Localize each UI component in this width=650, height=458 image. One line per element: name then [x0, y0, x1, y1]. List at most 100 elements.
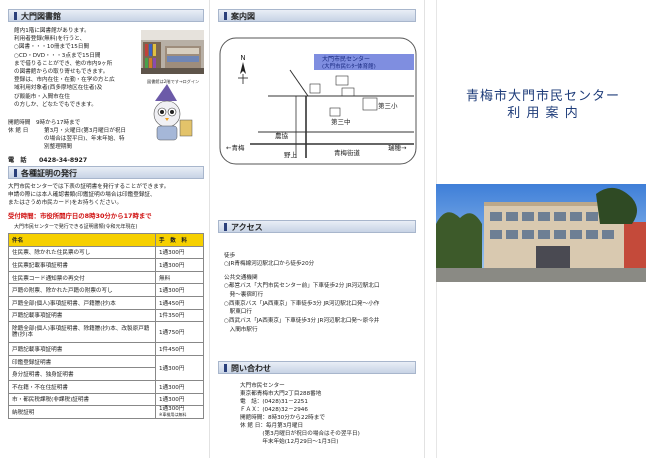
access-heading-text: アクセス	[231, 223, 263, 232]
text-line: 大門市民センター	[240, 383, 285, 389]
certificate-name: 住民票記載事項証明書	[8, 258, 156, 272]
table-row: 戸籍記載事項証明書 1件350円	[8, 308, 204, 323]
cover-subtitle: 利 用 案 内	[507, 106, 579, 121]
text-line: 駅東口行	[224, 309, 252, 316]
text-line: の場合は翌平日)、年末年始、特	[44, 136, 125, 143]
certificate-fee: 1通300円	[155, 258, 204, 272]
map-center-label: 大門市民センター	[322, 55, 370, 63]
text-line: 別整理期間	[44, 144, 72, 151]
text-line: 休 館 日：毎月第3月曜日	[240, 423, 304, 429]
table-row: 印鑑登録証明書 1通300円	[8, 354, 204, 381]
certificate-fee: 1通300円	[155, 379, 204, 394]
phone-value: 0428-34-8927	[38, 157, 88, 164]
brochure-title: 青梅市大門市民センター 利 用 案 内	[436, 88, 650, 122]
certificate-name: 戸籍全部(個人)事項証明書、戸籍謄(抄)本	[8, 295, 156, 310]
contact-heading-text: 問い合わせ	[231, 364, 271, 373]
text-line: の方しか、どなたでもできます。	[14, 101, 97, 108]
certificate-fee: 1通300円	[155, 392, 204, 407]
text-line: 発～裏宿町行	[224, 291, 264, 298]
text-line: まで借りることができ、他の市内9ヶ所	[14, 60, 113, 67]
certificate-fee-cell: 1通300円 ※車検用は無料	[155, 405, 204, 420]
text-line: ○西武バス「JA西東京」下車徒歩3分 JR河辺駅北口発～原今井	[224, 318, 380, 325]
phone-row: 電 話 0428-34-8927	[8, 157, 87, 164]
text-line: び飯能市・入間市在住	[14, 93, 70, 100]
certificate-fee: 1通300円	[155, 245, 204, 260]
text-line: 登録は、市内在住・在勤・在学の方と広	[14, 77, 115, 84]
map-heading: 案内図	[218, 9, 416, 22]
certificate-fee: 無料	[155, 270, 204, 285]
table-row: 戸籍全部(個人)事項証明書、戸籍謄(抄)本 1通450円	[8, 295, 204, 310]
mascot-caption: 図書館は2階です→ログイン	[147, 78, 199, 85]
table-row: 不在籍・不在住証明書 1通300円	[8, 379, 204, 394]
table-row: 除籍全部(個人)事項証明書、除籍謄(抄)本、改製原戸籍謄(抄)本 1通750円	[8, 321, 204, 344]
text-line: 館内1階に図書館があります。	[14, 28, 90, 34]
certificate-name: 住民票、除かれた住民票の写し	[8, 245, 156, 260]
heading-mark	[224, 223, 227, 231]
text-line: ○都営バス「大門市民センター前」下車徒歩2分 JR河辺駅北口	[224, 283, 380, 289]
table-caption: 大門市民センターで発行できる証明書類(令和元年現在)	[14, 224, 138, 230]
certificate-name: 戸籍記載事項証明書	[8, 308, 156, 323]
text-line: 利用者登録(無料)を行うと、	[14, 36, 86, 43]
text-line: ○西東京バス「JA西東京」下車徒歩3分 JR河辺駅北口発～小作	[224, 300, 380, 307]
certificate-fee: 1通750円	[155, 321, 204, 344]
heading-mark	[224, 12, 227, 20]
certificates-heading-text: 各種証明の発行	[21, 169, 77, 178]
text-line: ＦＡＸ：(0428)32－2946	[240, 407, 308, 413]
table-row: 市・都民税課税(非課税)証明書 1通300円	[8, 392, 204, 407]
map-heading-text: 案内図	[231, 12, 255, 21]
certificate-name: 不在籍・不在住証明書	[8, 379, 156, 394]
library-photo	[141, 30, 204, 74]
certificate-name: 印鑑登録証明書	[8, 354, 156, 369]
text-line: 電 話：(0428)31－2251	[240, 399, 308, 405]
text-line: 大門市民センターでは下表の証明書を発行することができます。	[8, 184, 170, 190]
contact-heading: 問い合わせ	[218, 361, 416, 374]
access-map: N 大門市民センター (大門市民ｾﾝﾀｰ体育館) 第三小 第三中 農協 ←青梅 …	[218, 36, 418, 166]
reception-hours-notice: 受付時間：市役所開庁日の8時30分から17時まで	[8, 212, 152, 220]
certificate-fee: 1通300円	[155, 283, 204, 297]
hours-row: 開館時間 9時から17時まで	[8, 120, 80, 127]
certificate-name: 納税証明	[8, 405, 156, 420]
library-heading: 大門図書館	[8, 9, 204, 22]
map-ome-label: ←青梅	[226, 143, 245, 152]
text-line: 開館時間：8時30分から22時まで	[240, 415, 325, 421]
certificate-fee: 1通300円	[155, 354, 204, 381]
certificate-fee: 1件350円	[155, 308, 204, 323]
walk-route: ○JR青梅線河辺駅北口から徒歩20分	[224, 261, 315, 267]
certificate-name: 住民票コード通知票の再交付	[8, 270, 156, 285]
walk-title: 徒歩	[224, 253, 236, 259]
text-line: 申請の際には本人確認書類(印鑑証明の場合は印鑑登録証、	[8, 192, 156, 199]
map-center-sublabel: (大門市民ｾﾝﾀｰ体育館)	[322, 62, 376, 70]
table-row: 納税証明 1通300円 ※車検用は無料	[8, 405, 204, 420]
table-row: 戸籍記載事項証明書 1件450円	[8, 342, 204, 356]
text-line: 東京都青梅市大門2丁目288番地	[240, 391, 322, 397]
certificate-fee-table: 件名 手 数 料 住民票、除かれた住民票の写し 1通300円 住民票記載事項証明書 1…	[8, 233, 204, 420]
fee-note: ※車検用は無料	[159, 412, 187, 418]
heading-mark	[14, 169, 17, 177]
bus-title: 公共交通機関	[224, 275, 258, 281]
certificate-name: 市・都民税課税(非課税)証明書	[8, 392, 156, 407]
table-row: 住民票記載事項証明書 1通300円	[8, 258, 204, 272]
certificate-fee: 1件450円	[155, 342, 204, 356]
certificates-heading: 各種証明の発行	[8, 166, 204, 179]
text-line: 年末年始(12月29日～1月3日)	[240, 439, 339, 445]
column-header-name: 件名	[8, 233, 156, 247]
left-panel: 大門図書館 館内1階に図書館があります。 利用者登録(無料)を行うと、 ○図書・・・…	[0, 0, 210, 458]
text-line: 入間市駅行	[224, 327, 258, 333]
text-line: ○図書・・・10冊まで15日間	[14, 44, 90, 51]
certificate-name: 戸籍の附票、除かれた戸籍の附票の写し	[8, 283, 156, 297]
heading-mark	[14, 12, 17, 20]
text-line: またはさうめ市民カード)をお持ちください。	[8, 200, 123, 207]
mascot-illustration: 図書館は2階です→ログイン	[147, 76, 205, 146]
building-photo	[436, 184, 646, 282]
map-school1-label: 第三小	[378, 101, 398, 110]
north-label: N	[240, 54, 245, 62]
table-row: 住民票コード通知票の再交付 無料	[8, 270, 204, 285]
map-stop-label: 野上	[284, 150, 298, 159]
table-row: 戸籍の附票、除かれた戸籍の附票の写し 1通300円	[8, 283, 204, 297]
text-line: (第3月曜日が祝日の場合はその翌平日)	[240, 431, 360, 437]
map-street-label: 青梅街道	[334, 148, 361, 157]
text-line: ○CD・DVD・・・3点まで15日間	[14, 52, 101, 59]
map-school2-label: 第三中	[331, 117, 351, 126]
text-line: 域利用対象者(西多摩地区在住者)及	[14, 85, 103, 92]
library-heading-text: 大門図書館	[21, 12, 61, 21]
